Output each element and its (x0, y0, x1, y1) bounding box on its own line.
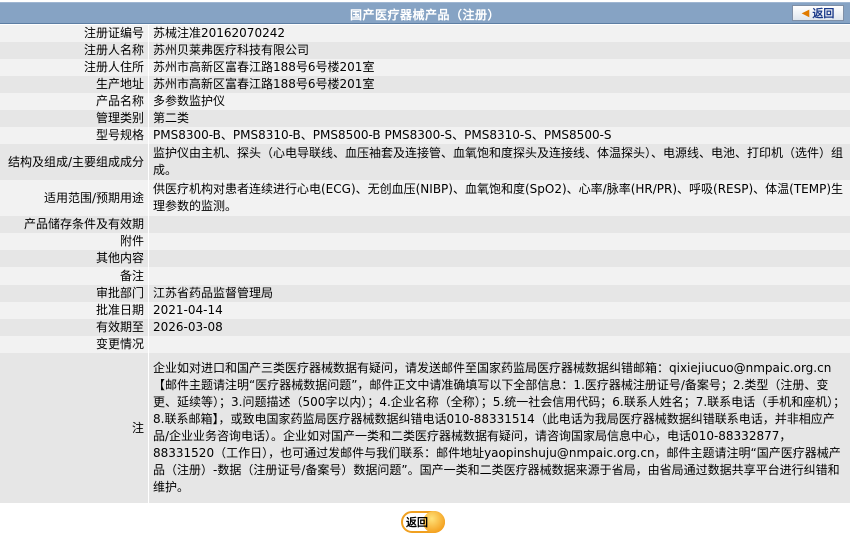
table-row: 管理类别 第二类 (0, 110, 850, 127)
note-label: 注 (0, 353, 149, 503)
field-value: 供医疗机构对患者连续进行心电(ECG)、无创血压(NIBP)、血氧饱和度(SpO… (148, 180, 850, 216)
field-label: 型号规格 (0, 127, 149, 144)
detail-table: 注册证编号 苏械注准20162070242 注册人名称 苏州贝莱弗医疗科技有限公司 注册… (0, 25, 850, 503)
field-label: 结构及组成/主要组成成分 (0, 144, 149, 180)
field-label: 生产地址 (0, 76, 149, 93)
field-value: 苏州市高新区富春江路188号6号楼201室 (148, 59, 850, 76)
field-value (148, 216, 850, 233)
table-row: 其他内容 (0, 250, 850, 267)
table-row: 注册证编号 苏械注准20162070242 (0, 25, 850, 42)
field-value: 多参数监护仪 (148, 93, 850, 110)
table-row: 产品名称 多参数监护仪 (0, 93, 850, 110)
page-header: 国产医疗器械产品（注册） ◀ 返回 (0, 2, 850, 24)
field-label: 批准日期 (0, 302, 149, 319)
field-label: 产品储存条件及有效期 (0, 216, 149, 233)
field-label: 注册人名称 (0, 42, 149, 59)
table-row: 有效期至 2026-03-08 (0, 319, 850, 336)
field-value (148, 336, 850, 353)
back-button-bottom[interactable]: 返回 (401, 511, 445, 533)
field-label: 其他内容 (0, 250, 149, 267)
table-row: 变更情况 (0, 336, 850, 353)
table-row: 产品储存条件及有效期 (0, 216, 850, 233)
field-value: 2026-03-08 (148, 319, 850, 336)
back-button-label: 返回 (812, 7, 835, 20)
field-value (148, 233, 850, 250)
table-row: 注册人住所 苏州市高新区富春江路188号6号楼201室 (0, 59, 850, 76)
field-value: 监护仪由主机、探头（心电导联线、血压袖套及连接管、血氧饱和度探头及连接线、体温探… (148, 144, 850, 180)
back-button-bottom-label: 返回 (406, 516, 428, 529)
field-value: 第二类 (148, 110, 850, 127)
field-label: 变更情况 (0, 336, 149, 353)
table-row: 型号规格 PMS8300-B、PMS8310-B、PMS8500-B PMS830… (0, 127, 850, 144)
field-value (148, 267, 850, 285)
table-row: 批准日期 2021-04-14 (0, 302, 850, 319)
field-value: 江苏省药品监督管理局 (148, 285, 850, 302)
note-text: 企业如对进口和国产三类医疗器械数据有疑问，请发送邮件至国家药监局医疗器械数据纠错… (148, 353, 850, 503)
table-row: 适用范围/预期用途 供医疗机构对患者连续进行心电(ECG)、无创血压(NIBP)、… (0, 180, 850, 216)
field-label: 附件 (0, 233, 149, 250)
table-row: 审批部门 江苏省药品监督管理局 (0, 285, 850, 302)
field-value: 2021-04-14 (148, 302, 850, 319)
field-label: 适用范围/预期用途 (0, 180, 149, 216)
field-label: 有效期至 (0, 319, 149, 336)
field-value: 苏州贝莱弗医疗科技有限公司 (148, 42, 850, 59)
field-value: 苏州市高新区富春江路188号6号楼201室 (148, 76, 850, 93)
field-label: 备注 (0, 267, 149, 285)
table-row: 备注 (0, 267, 850, 285)
footer: 返回 (0, 507, 850, 537)
field-value: PMS8300-B、PMS8310-B、PMS8500-B PMS8300-S、… (148, 127, 850, 144)
field-value (148, 250, 850, 267)
field-label: 审批部门 (0, 285, 149, 302)
back-button-top[interactable]: ◀ 返回 (792, 5, 844, 21)
table-row: 附件 (0, 233, 850, 250)
page-title: 国产医疗器械产品（注册） (349, 8, 500, 22)
table-row: 注册人名称 苏州贝莱弗医疗科技有限公司 (0, 42, 850, 59)
field-label: 注册人住所 (0, 59, 149, 76)
note-row: 注企业如对进口和国产三类医疗器械数据有疑问，请发送邮件至国家药监局医疗器械数据纠… (0, 353, 850, 503)
field-label: 注册证编号 (0, 25, 149, 42)
table-row: 生产地址 苏州市高新区富春江路188号6号楼201室 (0, 76, 850, 93)
field-value: 苏械注准20162070242 (148, 25, 850, 42)
table-row: 结构及组成/主要组成成分 监护仪由主机、探头（心电导联线、血压袖套及连接管、血氧饱… (0, 144, 850, 180)
back-arrow-icon: ◀ (801, 7, 810, 19)
field-label: 管理类别 (0, 110, 149, 127)
field-label: 产品名称 (0, 93, 149, 110)
